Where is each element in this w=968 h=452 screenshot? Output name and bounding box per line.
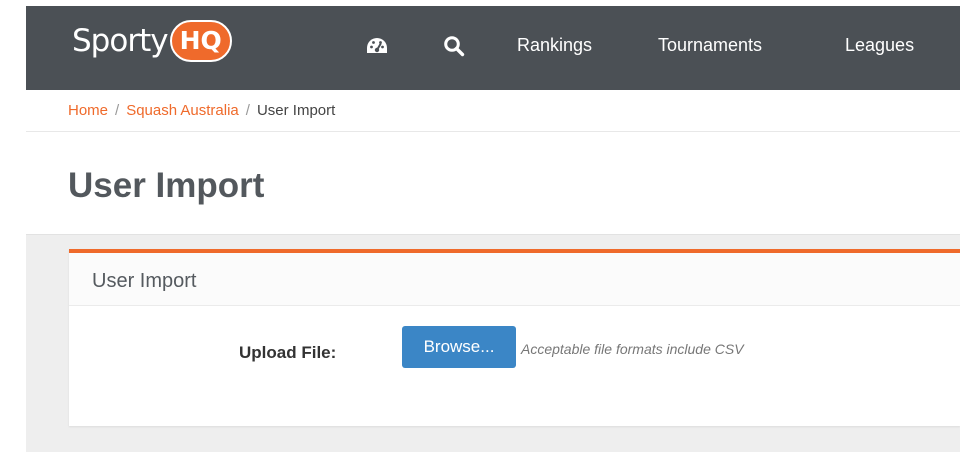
page-header: User Import [26,132,960,234]
panel-header: User Import [69,253,960,306]
breadcrumb-home[interactable]: Home [68,102,108,119]
nav-rankings[interactable]: Rankings [517,33,592,57]
window-edge-right [960,0,968,452]
breadcrumb-current: User Import [256,102,336,119]
file-format-help-text: Acceptable file formats include CSV [521,341,744,357]
breadcrumb-separator: / [245,102,250,119]
logo-text: Sporty [72,23,169,59]
upload-file-label: Upload File: [239,343,337,362]
user-import-panel: User Import Upload File: Browse... Accep… [69,249,960,426]
panel-title: User Import [92,270,197,292]
browse-button[interactable]: Browse... [402,326,516,368]
logo-badge: HQ [169,20,232,62]
sportyhq-logo[interactable]: Sporty HQ [72,19,232,63]
nav-tournaments[interactable]: Tournaments [658,33,762,57]
page-title: User Import [68,166,265,205]
nav-leagues[interactable]: Leagues [845,33,914,57]
breadcrumb-bar: Home / Squash Australia / User Import [26,90,960,132]
breadcrumb: Home / Squash Australia / User Import [68,102,335,120]
breadcrumb-squash-australia[interactable]: Squash Australia [126,102,239,119]
dashboard-icon[interactable] [365,34,389,58]
search-icon[interactable] [442,34,466,58]
top-navbar: Sporty HQ Rankings Tournaments Leagues [26,6,960,90]
breadcrumb-separator: / [115,102,120,119]
window-edge-left [0,0,26,452]
